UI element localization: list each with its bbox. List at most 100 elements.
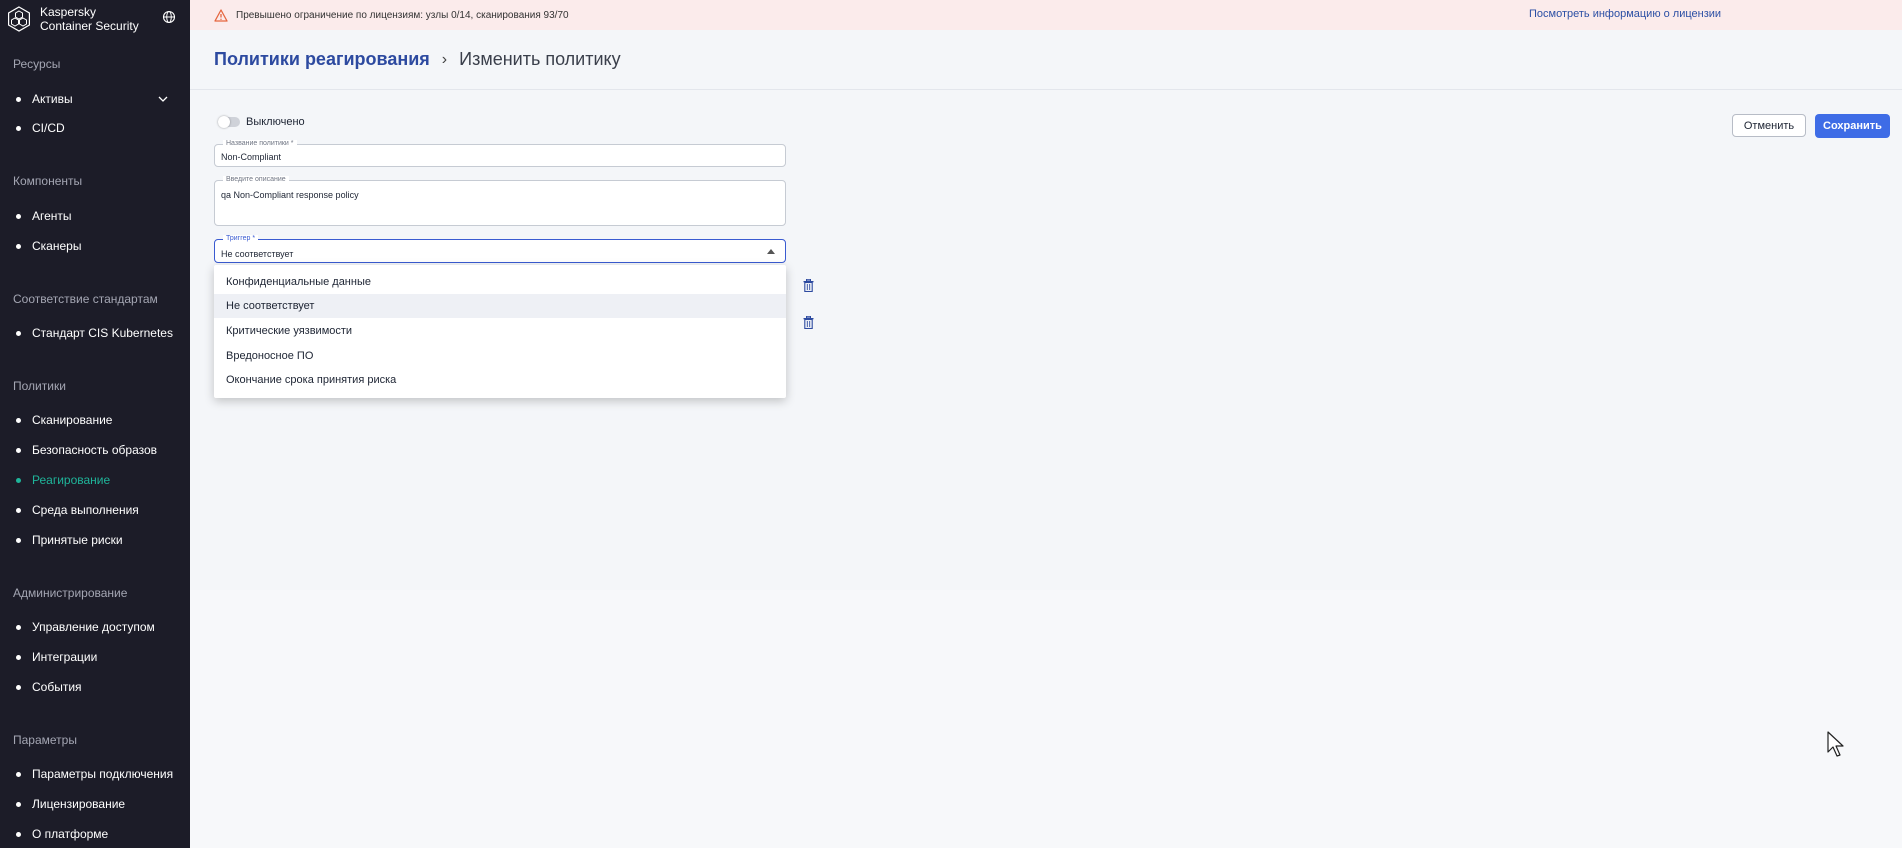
option-label: Критические уязвимости bbox=[226, 325, 353, 337]
sidebar-item-image-security[interactable]: Безопасность образов bbox=[0, 439, 190, 461]
sidebar-item-label: CI/CD bbox=[32, 121, 65, 135]
sidebar-item-cis-kubernetes[interactable]: Стандарт CIS Kubernetes bbox=[0, 322, 190, 344]
sidebar-item-label: События bbox=[32, 680, 82, 694]
sidebar-item-connection-settings[interactable]: Параметры подключения bbox=[0, 763, 190, 785]
page-title: Изменить политику bbox=[459, 49, 621, 69]
mouse-cursor-icon bbox=[1827, 731, 1844, 757]
section-title-administration: Администрирование bbox=[13, 586, 128, 600]
kaspersky-logo-icon bbox=[7, 6, 30, 32]
trigger-option-malware[interactable]: Вредоносное ПО bbox=[214, 344, 786, 368]
policy-name-label: Название политики * bbox=[223, 140, 297, 147]
sidebar-item-label: Сканирование bbox=[32, 413, 113, 427]
delete-trash-icon[interactable] bbox=[803, 316, 814, 329]
description-value: qa Non-Compliant response policy bbox=[221, 190, 359, 200]
save-button[interactable]: Сохранить bbox=[1815, 114, 1890, 138]
option-label: Вредоносное ПО bbox=[226, 350, 314, 362]
section-title-components: Компоненты bbox=[13, 174, 83, 188]
bullet bbox=[16, 330, 21, 336]
option-label: Не соответствует bbox=[226, 300, 315, 312]
sidebar-item-label: Реагирование bbox=[32, 473, 111, 487]
license-info-link[interactable]: Посмотреть информацию о лицензии bbox=[1529, 8, 1721, 20]
sidebar-item-agents[interactable]: Агенты bbox=[0, 205, 190, 227]
breadcrumb: Политики реагирования › Изменить политик… bbox=[190, 30, 1902, 90]
breadcrumb-response-policies-link[interactable]: Политики реагирования bbox=[214, 49, 430, 70]
trigger-option-confidential-data[interactable]: Конфиденциальные данные bbox=[214, 270, 786, 294]
sidebar-item-label: О платформе bbox=[32, 827, 109, 841]
bullet bbox=[16, 771, 21, 777]
sidebar-item-scanning[interactable]: Сканирование bbox=[0, 409, 190, 431]
warning-icon bbox=[214, 8, 228, 22]
bullet bbox=[16, 213, 21, 219]
sidebar-item-label: Агенты bbox=[32, 209, 72, 223]
bullet bbox=[16, 537, 21, 543]
sidebar-item-response[interactable]: Реагирование bbox=[0, 469, 190, 491]
policy-enabled-toggle[interactable] bbox=[218, 116, 240, 128]
sidebar-item-label: Лицензирование bbox=[32, 797, 126, 811]
bullet bbox=[16, 96, 21, 102]
sidebar-item-label: Принятые риски bbox=[32, 533, 123, 547]
sidebar-item-about[interactable]: О платформе bbox=[0, 823, 190, 845]
banner-text: Превышено ограничение по лицензиям: узлы… bbox=[236, 9, 569, 21]
toggle-knob bbox=[218, 116, 230, 128]
page-background bbox=[190, 590, 1902, 848]
bullet bbox=[16, 447, 21, 453]
brand-name: Kaspersky Container Security bbox=[40, 5, 139, 33]
description-field[interactable]: Введите описание qa Non-Compliant respon… bbox=[214, 176, 786, 226]
brand-line-2: Container Security bbox=[40, 19, 139, 33]
sidebar-item-assets[interactable]: Активы bbox=[0, 88, 190, 110]
bullet bbox=[16, 654, 21, 660]
brand-line-1: Kaspersky bbox=[40, 5, 97, 19]
sidebar-item-label: Безопасность образов bbox=[32, 443, 158, 457]
bullet bbox=[16, 507, 21, 513]
sidebar-item-label: Параметры подключения bbox=[32, 767, 174, 781]
trigger-label: Триггер * bbox=[223, 235, 259, 242]
breadcrumb-separator: › bbox=[441, 50, 448, 68]
bullet bbox=[16, 831, 21, 837]
chevron-up-icon[interactable] bbox=[767, 249, 775, 254]
cancel-button[interactable]: Отменить bbox=[1732, 114, 1806, 137]
trigger-value: Не соответствует bbox=[221, 249, 294, 259]
sidebar-item-events[interactable]: События bbox=[0, 676, 190, 698]
section-title-settings: Параметры bbox=[13, 733, 77, 747]
sidebar-item-label: Управление доступом bbox=[32, 620, 155, 634]
globe-icon[interactable] bbox=[162, 10, 176, 24]
sidebar-item-label: Среда выполнения bbox=[32, 503, 139, 517]
bullet bbox=[16, 624, 21, 630]
trigger-select[interactable]: Триггер * Не соответствует bbox=[214, 235, 786, 263]
policy-name-field[interactable]: Название политики * Non-Compliant bbox=[214, 140, 786, 167]
section-title-policies: Политики bbox=[13, 379, 66, 393]
bullet bbox=[16, 801, 21, 807]
bullet bbox=[16, 477, 21, 483]
sidebar-item-accepted-risks[interactable]: Принятые риски bbox=[0, 529, 190, 551]
sidebar-item-label: Стандарт CIS Kubernetes bbox=[32, 326, 173, 340]
section-title-resources: Ресурсы bbox=[13, 57, 61, 71]
section-title-compliance: Соответствие стандартам bbox=[13, 292, 158, 306]
sidebar: Kaspersky Container Security Ресурсы Акт… bbox=[0, 0, 190, 848]
bullet bbox=[16, 243, 21, 249]
bullet bbox=[16, 684, 21, 690]
toggle-label: Выключено bbox=[246, 116, 305, 128]
sidebar-item-label: Активы bbox=[32, 92, 73, 106]
sidebar-item-scanners[interactable]: Сканеры bbox=[0, 235, 190, 257]
sidebar-item-licensing[interactable]: Лицензирование bbox=[0, 793, 190, 815]
trigger-dropdown-menu: Конфиденциальные данные Не соответствует… bbox=[214, 265, 786, 398]
chevron-down-icon[interactable] bbox=[158, 94, 168, 104]
delete-trash-icon[interactable] bbox=[803, 279, 814, 292]
trigger-option-critical-vulnerabilities[interactable]: Критические уязвимости bbox=[214, 319, 786, 343]
sidebar-item-cicd[interactable]: CI/CD bbox=[0, 117, 190, 139]
brand[interactable]: Kaspersky Container Security bbox=[0, 0, 190, 38]
sidebar-item-runtime[interactable]: Среда выполнения bbox=[0, 499, 190, 521]
sidebar-item-label: Сканеры bbox=[32, 239, 82, 253]
policy-status-toggle-group: Выключено bbox=[218, 116, 305, 128]
description-label: Введите описание bbox=[223, 176, 289, 183]
trigger-option-risk-acceptance-expiry[interactable]: Окончание срока принятия риска bbox=[214, 368, 786, 392]
bullet bbox=[16, 125, 21, 131]
option-label: Окончание срока принятия риска bbox=[226, 374, 397, 386]
option-label: Конфиденциальные данные bbox=[226, 276, 371, 288]
sidebar-item-integrations[interactable]: Интеграции bbox=[0, 646, 190, 668]
sidebar-item-label: Интеграции bbox=[32, 650, 98, 664]
trigger-option-non-compliant[interactable]: Не соответствует bbox=[214, 294, 786, 318]
sidebar-item-access-control[interactable]: Управление доступом bbox=[0, 616, 190, 638]
bullet bbox=[16, 417, 21, 423]
policy-name-value: Non-Compliant bbox=[221, 152, 282, 162]
